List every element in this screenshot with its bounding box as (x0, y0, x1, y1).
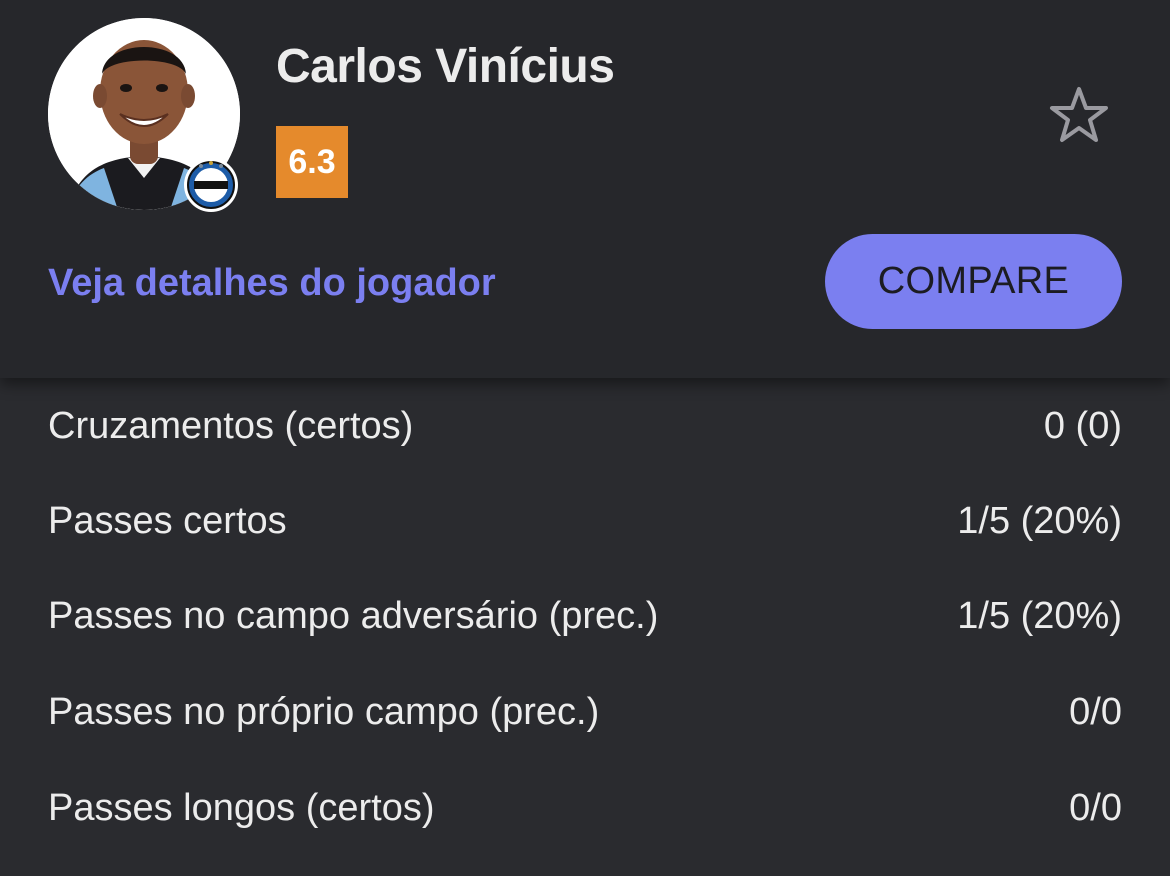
stat-label: Passes no campo adversário (prec.) (48, 594, 659, 637)
favorite-star-icon[interactable] (1046, 82, 1112, 148)
rating-badge: 6.3 (276, 126, 348, 198)
stat-value: 1/5 (20%) (957, 594, 1122, 637)
player-details-link[interactable]: Veja detalhes do jogador (48, 258, 496, 308)
stat-label: Passes certos (48, 499, 287, 542)
stat-row-long-balls: Passes longos (certos) 0/0 (48, 778, 1122, 838)
club-badge-icon (184, 158, 238, 212)
player-name: Carlos Vinícius (276, 40, 615, 93)
stat-value: 0/0 (1069, 786, 1122, 829)
stat-label: Cruzamentos (certos) (48, 404, 414, 447)
stat-value: 0/0 (1069, 690, 1122, 733)
stat-row-own-half-passes: Passes no próprio campo (prec.) 0/0 (48, 682, 1122, 742)
player-header: Carlos Vinícius 6.3 Veja detalhes do jog… (0, 0, 1170, 378)
stat-row-opponent-half-passes: Passes no campo adversário (prec.) 1/5 (… (48, 586, 1122, 646)
stat-row-crosses: Cruzamentos (certos) 0 (0) (48, 396, 1122, 456)
stat-label: Passes no próprio campo (prec.) (48, 690, 600, 733)
stats-list: Cruzamentos (certos) 0 (0) Passes certos… (0, 378, 1170, 876)
stat-value: 1/5 (20%) (957, 499, 1122, 542)
stat-row-accurate-passes: Passes certos 1/5 (20%) (48, 491, 1122, 551)
stat-label: Passes longos (certos) (48, 786, 435, 829)
stat-value: 0 (0) (1043, 404, 1122, 447)
compare-button[interactable]: COMPARE (825, 234, 1122, 329)
